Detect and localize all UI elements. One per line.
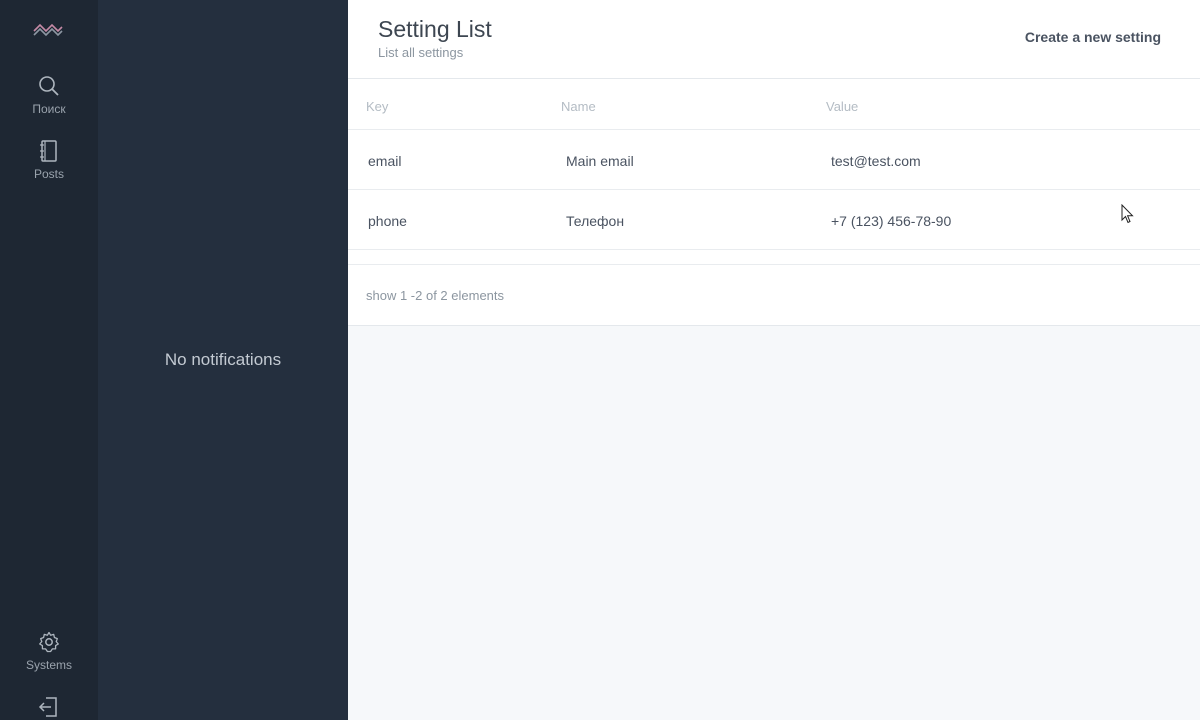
rail-item-label: Posts <box>33 167 64 181</box>
create-setting-button[interactable]: Create a new setting <box>1025 29 1161 45</box>
cell-name: Main email <box>566 153 634 169</box>
page-header: Setting List List all settings Create a … <box>348 0 1200 79</box>
logout-icon <box>38 697 57 717</box>
column-header-value[interactable]: Value <box>826 99 858 114</box>
rail-item-posts[interactable]: Posts <box>0 139 98 181</box>
rail-item-search[interactable]: Поиск <box>0 74 98 116</box>
settings-table: Key Name Value email Main email test@tes… <box>348 79 1200 326</box>
gear-icon <box>39 631 59 653</box>
main-content: Setting List List all settings Create a … <box>348 0 1200 720</box>
notifications-panel: No notifications <box>98 0 348 720</box>
column-header-name[interactable]: Name <box>561 99 596 114</box>
rail-item-logout[interactable] <box>0 695 98 719</box>
cell-key: email <box>368 153 402 169</box>
table-row[interactable]: phone Телефон +7 (123) 456-78-90 <box>348 190 1200 250</box>
page-subtitle: List all settings <box>378 45 464 60</box>
mouse-cursor-icon <box>1121 204 1134 224</box>
search-icon <box>39 76 59 96</box>
icon-rail: Поиск Posts Systems <box>0 0 98 720</box>
pagination-summary: show 1 -2 of 2 elements <box>366 288 505 303</box>
column-header-key[interactable]: Key <box>366 99 388 114</box>
page-title: Setting List <box>378 16 492 42</box>
cell-key: phone <box>368 213 407 229</box>
rail-item-systems[interactable]: Systems <box>0 630 98 672</box>
cell-value: test@test.com <box>831 153 921 169</box>
notebook-icon <box>40 140 57 162</box>
table-row[interactable]: email Main email test@test.com <box>348 130 1200 190</box>
table-header: Key Name Value <box>348 79 1200 130</box>
wave-logo-icon[interactable] <box>32 19 64 43</box>
rail-item-label: Поиск <box>32 102 66 116</box>
table-spacer <box>348 250 1200 265</box>
cell-value: +7 (123) 456-78-90 <box>831 213 952 229</box>
table-footer: show 1 -2 of 2 elements <box>348 265 1200 325</box>
rail-item-label: Systems <box>25 658 72 672</box>
cell-name: Телефон <box>566 213 625 229</box>
notifications-empty-text: No notifications <box>164 350 282 369</box>
